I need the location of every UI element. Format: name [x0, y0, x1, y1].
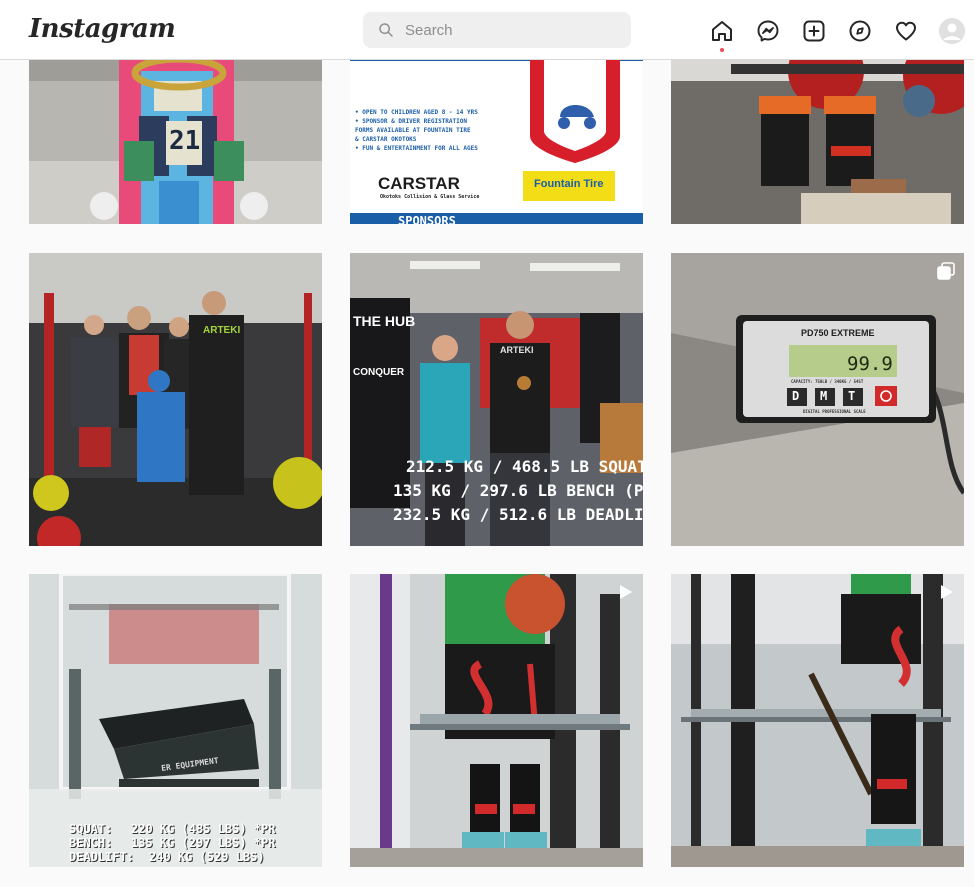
- post-tile-bench[interactable]: ER EQUIPMENT SQUAT: 220 KG (485 LBS) *PR…: [29, 574, 322, 867]
- search-box[interactable]: [363, 12, 631, 48]
- stat-value-deadlift: 240 KG (529 LBS): [149, 850, 265, 864]
- lift-line-deadlift: 232.5 KG / 512.6 LB DEADLIFT: [393, 505, 643, 524]
- post-tile-medal[interactable]: THE HUB CONQUER ARTEKI 212.5 KG / 468.5 …: [350, 253, 643, 546]
- post-tile-squat-video[interactable]: [350, 574, 643, 867]
- poster-until: UNTIL COMPLETION: [395, 91, 444, 97]
- post-image: [29, 253, 322, 546]
- scale-key-d: D: [792, 389, 800, 403]
- stat-value-squat: 220 KG (485 LBS) *PR: [131, 822, 276, 836]
- poster-date: JUNE 1ST, 2019: [356, 63, 475, 79]
- poster-bullet-4: & CARSTAR OKOTOKS: [355, 136, 417, 143]
- banner-text-2: CONQUER: [353, 367, 405, 378]
- lift-stats: SQUAT: 220 KG (485 LBS) *PR BENCH: 135 K…: [69, 822, 276, 864]
- nav-activity[interactable]: [892, 17, 920, 45]
- profile-avatar: [939, 18, 965, 44]
- banner-text-1: THE HUB: [353, 313, 416, 329]
- scale-key-t: T: [848, 389, 856, 403]
- poster-bullet-5: • FUN & ENTERTAINMENT FOR ALL AGES: [355, 145, 478, 152]
- car-number: 21: [169, 126, 201, 156]
- new-post-icon: [803, 20, 825, 42]
- home-icon: [712, 21, 732, 41]
- scale-model: PD750 EXTREME: [801, 328, 875, 338]
- scale-footer: DIGITAL PROFESSIONAL SCALE: [803, 409, 866, 414]
- scale-reading: 99.9: [847, 353, 893, 375]
- poster-sponsors: SPONSORS: [398, 214, 456, 224]
- nav-messenger[interactable]: [754, 17, 782, 45]
- poster-bullet-3: FORMS AVAILABLE AT FOUNTAIN TIRE: [355, 127, 471, 134]
- poster-bullet-1: • OPEN TO CHILDREN AGED 8 - 14 YRS: [355, 109, 478, 116]
- stat-value-bench: 135 KG (297 LBS) *PR: [131, 836, 276, 850]
- default-avatar-icon: [939, 18, 965, 44]
- nav-icons: [708, 17, 966, 52]
- shirt-logo: ARTEKI: [500, 345, 534, 355]
- nav-profile[interactable]: [938, 17, 966, 45]
- post-tile-group-photo[interactable]: ARTEKI: [29, 253, 322, 546]
- post-tile-squat-video-2[interactable]: [671, 574, 964, 867]
- top-navigation-bar: Instagram: [0, 0, 974, 60]
- instagram-logo[interactable]: Instagram: [29, 14, 176, 44]
- activity-heart-icon: [896, 21, 916, 41]
- post-image: [350, 574, 643, 867]
- nav-home[interactable]: [708, 17, 736, 52]
- poster-fountain-tire: Fountain Tire: [534, 178, 604, 190]
- search-icon: [379, 23, 393, 37]
- scale-capacity: CAPACITY: 750LB / 340KG / 54ST: [791, 379, 864, 384]
- poster-carstar: CARSTAR: [378, 174, 460, 193]
- post-tile-scale[interactable]: PD750 EXTREME 99.9 CAPACITY: 750LB / 340…: [671, 253, 964, 546]
- carousel-icon: [937, 262, 955, 280]
- stat-label-bench: BENCH:: [69, 836, 113, 850]
- post-image: [671, 253, 964, 546]
- shirt-logo: ARTEKI: [203, 325, 241, 336]
- video-icon: [620, 585, 632, 599]
- stat-label-deadlift: DEADLIFT:: [69, 850, 135, 864]
- nav-explore[interactable]: [846, 17, 874, 45]
- lift-line-squat: 212.5 KG / 468.5 LB SQUAT: [406, 457, 643, 476]
- poster-bullet-2: • SPONSOR & DRIVER REGISTRATION: [355, 118, 467, 125]
- poster-carstar-sub: Okotoks Collision & Glass Service: [380, 194, 480, 200]
- home-notification-dot: [720, 48, 724, 52]
- explore-icon: [849, 20, 871, 42]
- scale-key-m: M: [820, 389, 828, 403]
- messenger-icon: [757, 20, 779, 42]
- video-icon: [941, 585, 953, 599]
- lift-line-bench: 135 KG / 297.6 LB BENCH (PR): [393, 481, 643, 500]
- nav-new-post[interactable]: [800, 17, 828, 45]
- stat-label-squat: SQUAT:: [69, 822, 113, 836]
- post-image: [350, 253, 643, 546]
- search-input[interactable]: [405, 21, 605, 39]
- post-image: [671, 574, 964, 867]
